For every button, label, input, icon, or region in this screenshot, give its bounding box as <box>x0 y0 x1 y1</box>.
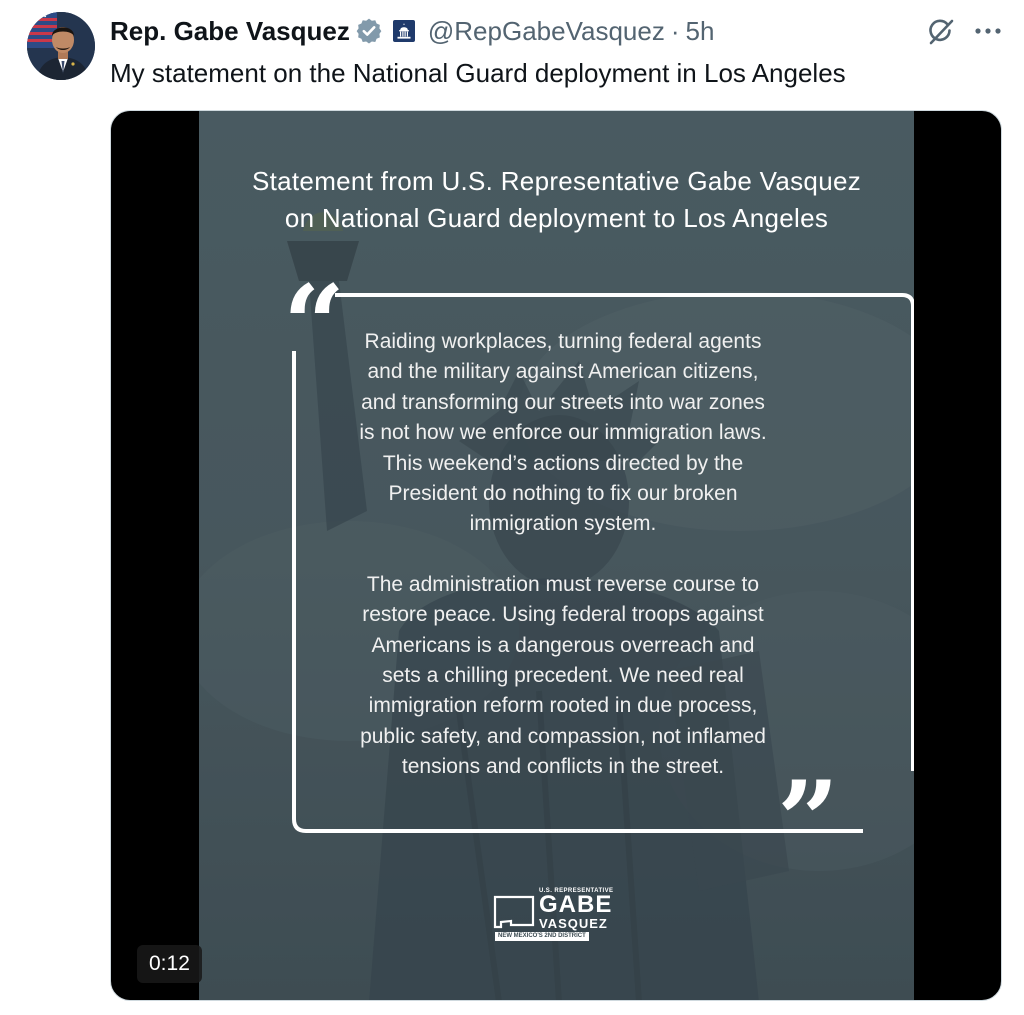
close-quote-mark: ” <box>777 758 840 884</box>
quote-line: and the military against American citize… <box>367 360 759 384</box>
tweet-text: My statement on the National Guard deplo… <box>110 58 846 88</box>
logo-district-text: NEW MEXICO'S 2ND DISTRICT <box>495 932 589 941</box>
tweet-header: Rep. Gabe Vasquez @RepGabeVasquez · 5h <box>110 13 714 49</box>
quote-line: public safety, and compassion, not infla… <box>360 724 766 748</box>
quote-line: is not how we enforce our immigration la… <box>359 421 767 445</box>
video-player[interactable]: Statement from U.S. Representative Gabe … <box>110 110 1002 1001</box>
quote-line: Americans is a dangerous overreach and <box>371 633 755 657</box>
handle[interactable]: @RepGabeVasquez <box>428 13 665 49</box>
verified-badge-icon[interactable] <box>356 18 382 44</box>
quote-line: immigration reform rooted in due process… <box>368 694 758 718</box>
quote-line: restore peace. Using federal troops agai… <box>362 603 764 627</box>
separator: · <box>670 16 680 46</box>
video-timer: 0:12 <box>137 945 202 983</box>
timestamp[interactable]: 5h <box>686 13 715 49</box>
logo-first-name: GABE <box>539 891 613 918</box>
avatar[interactable] <box>27 12 95 80</box>
gabe-vasquez-logo: U.S. REPRESENTATIVE GABE VASQUEZ NEW MEX… <box>493 887 623 947</box>
quote-line: and transforming our streets into war zo… <box>361 390 765 414</box>
quote-paragraph-1: Raiding workplaces, turning federal agen… <box>307 327 819 540</box>
quote-line: immigration system. <box>469 512 657 536</box>
new-mexico-state-icon <box>493 895 535 929</box>
quote-line: This weekend’s actions directed by the <box>382 451 744 475</box>
tweet[interactable]: Rep. Gabe Vasquez @RepGabeVasquez · 5h M… <box>0 0 1024 1015</box>
display-name[interactable]: Rep. Gabe Vasquez <box>110 13 350 49</box>
quote-line: sets a chilling precedent. We need real <box>382 664 744 688</box>
quote-line: Raiding workplaces, turning federal agen… <box>364 330 762 353</box>
quote-line: The administration must reverse course t… <box>366 572 760 596</box>
quote-paragraph-2: The administration must reverse course t… <box>307 570 819 783</box>
quote-line: tensions and conflicts in the street. <box>401 755 725 779</box>
statement-quote: Raiding workplaces, turning federal agen… <box>307 327 819 783</box>
more-icon[interactable] <box>971 16 1005 46</box>
quote-line: President do nothing to fix our broken <box>388 482 738 506</box>
grok-icon[interactable] <box>926 17 956 47</box>
video-frame[interactable]: Statement from U.S. Representative Gabe … <box>199 111 914 1000</box>
capitol-icon[interactable] <box>392 19 416 43</box>
logo-last-name: VASQUEZ <box>539 916 608 931</box>
